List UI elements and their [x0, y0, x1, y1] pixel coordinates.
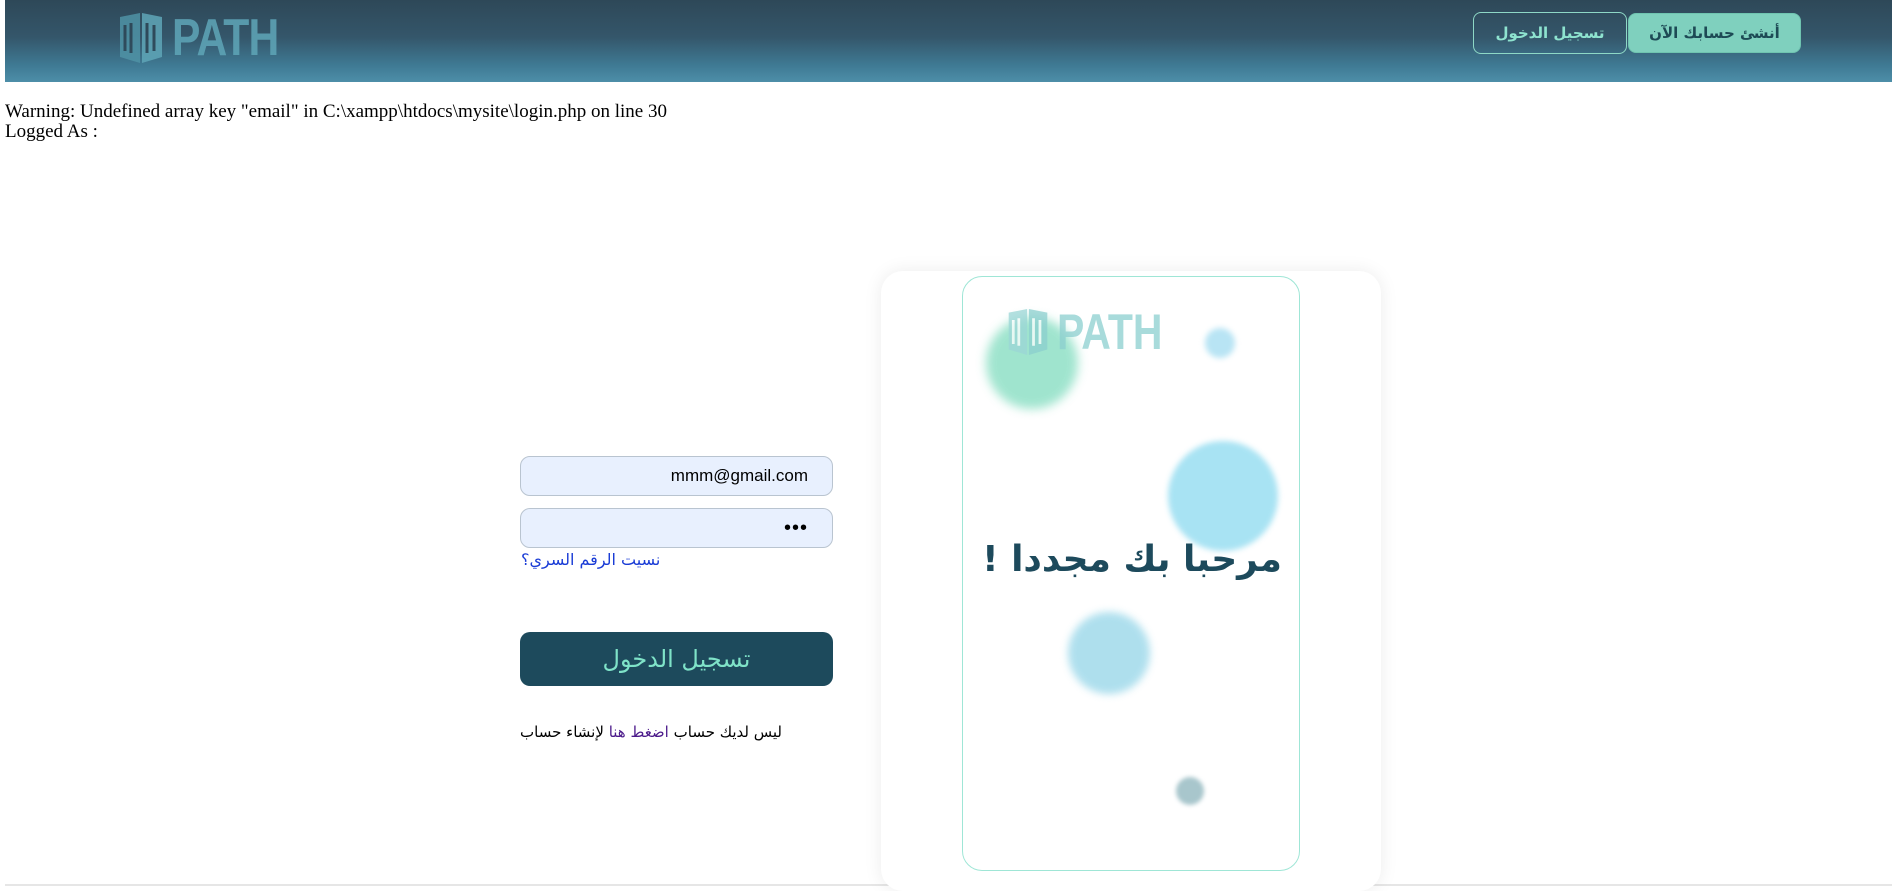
create-account-button[interactable]: أنشئ حسابك الآن: [1628, 13, 1801, 53]
card-logo-text: PATH: [1057, 304, 1163, 360]
php-warning-message: Warning: Undefined array key "email" in …: [5, 101, 667, 122]
signup-prefix-text: ليس لديك حساب: [673, 723, 782, 741]
login-submit-button[interactable]: تسجيل الدخول: [520, 632, 833, 686]
card-logo: PATH: [1005, 307, 1186, 357]
decorative-bubble: [1176, 777, 1204, 805]
decorative-bubble: [1205, 328, 1235, 358]
logo-text: PATH: [172, 9, 279, 67]
welcome-card-inner: PATH مرحبا بك مجددا !: [962, 276, 1300, 871]
decorative-bubble: [1068, 612, 1150, 694]
password-field[interactable]: [520, 508, 833, 548]
logo-mark-icon: [1008, 309, 1048, 355]
email-field[interactable]: [520, 456, 833, 496]
logo-mark-icon: [120, 13, 162, 63]
welcome-heading: مرحبا بك مجددا !: [982, 539, 1282, 580]
decorative-bubble: [1168, 441, 1278, 551]
logged-as-label: Logged As :: [5, 121, 98, 142]
signup-link[interactable]: اضغط هنا: [609, 723, 669, 741]
forgot-password-link[interactable]: نسيت الرقم السري؟: [521, 550, 660, 569]
header-login-button[interactable]: تسجيل الدخول: [1473, 12, 1627, 54]
signup-prompt: ليس لديك حساب اضغط هنا لإنشاء حساب: [520, 723, 782, 741]
signup-suffix-text: لإنشاء حساب: [520, 723, 604, 741]
site-logo[interactable]: PATH: [116, 8, 302, 68]
